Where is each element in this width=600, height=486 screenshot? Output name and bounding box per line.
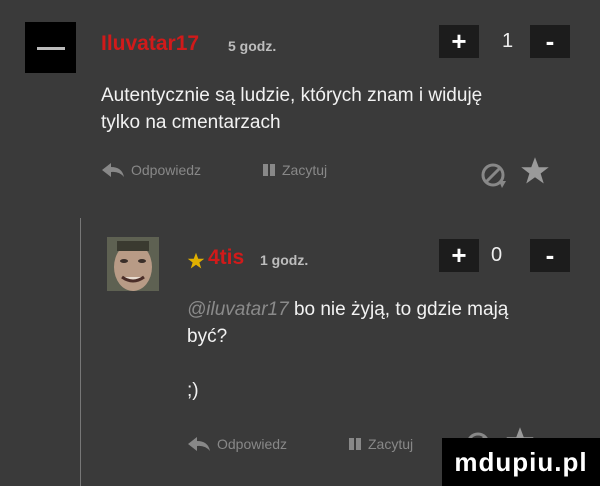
comment-line-text: bo nie żyją, to gdzie mają [293, 299, 509, 320]
downvote-button[interactable]: - [530, 25, 570, 58]
star-icon[interactable] [520, 156, 550, 186]
comment-time: 5 godz. [228, 38, 277, 54]
reply-button[interactable]: Odpowiedz [187, 436, 287, 452]
avatar[interactable] [107, 237, 159, 291]
comment-line: ;) [187, 380, 199, 401]
username[interactable]: Iluvatar17 [101, 32, 199, 56]
report-icon[interactable] [481, 163, 507, 189]
comment-line: tylko na cmentarzach [101, 112, 281, 133]
quote-icon [349, 438, 361, 450]
comment-text: @iluvatar17 bo nie żyją, to gdzie mają b… [187, 296, 508, 404]
quote-label: Zacytuj [368, 436, 414, 452]
reply-label: Odpowiedz [217, 436, 288, 452]
watermark: mdupiu.pl [442, 438, 600, 486]
reply-label: Odpowiedz [131, 162, 202, 178]
reply-icon [188, 437, 210, 451]
avatar-face-icon [107, 237, 159, 291]
username[interactable]: 4tis [208, 246, 244, 270]
comment-line: @iluvatar17 bo nie żyją, to gdzie mają [187, 296, 508, 323]
quote-label: Zacytuj [282, 162, 328, 178]
avatar[interactable] [25, 22, 76, 73]
upvote-button[interactable]: + [439, 239, 479, 272]
quote-button[interactable]: Zacytuj [348, 436, 413, 452]
reply-button[interactable]: Odpowiedz [101, 162, 201, 178]
vote-score: 0 [491, 244, 503, 266]
quote-button[interactable]: Zacytuj [262, 162, 327, 178]
upvote-button[interactable]: + [439, 25, 479, 58]
comment-line: być? [187, 326, 228, 347]
vote-score: 1 [502, 30, 514, 52]
quote-icon [263, 164, 275, 176]
star-badge-icon [187, 252, 205, 269]
reply-icon [102, 163, 124, 177]
downvote-button[interactable]: - [530, 239, 570, 272]
mention-link[interactable]: @iluvatar17 [187, 299, 289, 320]
comment-spacer [187, 350, 508, 377]
comment-line: Autentycznie są ludzie, których znam i w… [101, 85, 483, 106]
comment-time: 1 godz. [260, 252, 309, 268]
comment-text: Autentycznie są ludzie, których znam i w… [101, 82, 482, 136]
thread-line [80, 218, 81, 486]
avatar-mark [37, 47, 65, 50]
